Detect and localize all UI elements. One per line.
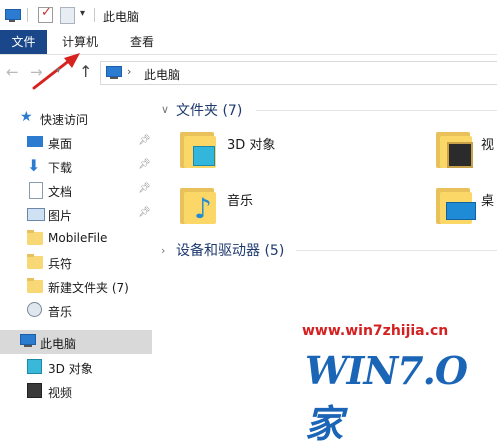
sidebar-item-label: 音乐 — [48, 305, 73, 319]
star-icon: ★ — [20, 109, 33, 125]
new-folder-icon[interactable] — [60, 7, 75, 24]
sidebar-item-videos[interactable]: 视频 — [0, 380, 152, 402]
folder-3d-objects[interactable] — [180, 128, 216, 168]
sidebar-item-label: 3D 对象 — [48, 362, 93, 376]
music-note-icon: ♪ — [194, 192, 212, 225]
desktop-icon — [446, 202, 476, 220]
video-icon — [27, 383, 42, 398]
title-bar: ✓ ▾ 此电脑 — [0, 0, 497, 30]
navigation-pane: ★ 快速访问 桌面 📌︎ ⬇ 下载 📌︎ 文档 📌︎ 图片 📌︎ MobileF… — [0, 100, 152, 405]
3d-objects-icon — [27, 359, 42, 374]
sidebar-item-label: 此电脑 — [40, 337, 77, 351]
back-arrow-icon[interactable]: ← — [6, 63, 19, 81]
address-bar[interactable]: › 此电脑 — [100, 61, 497, 85]
sidebar-item-label: MobileFile — [48, 231, 108, 245]
folder-label[interactable]: 3D 对象 — [227, 134, 275, 153]
sidebar-item-label: 新建文件夹 (7) — [48, 281, 129, 295]
expand-chevron-icon[interactable]: › — [161, 244, 165, 257]
computer-icon — [20, 334, 36, 349]
sidebar-item-music[interactable]: 音乐 — [0, 299, 152, 321]
divider — [94, 8, 95, 22]
watermark-logo-text: WIN7.O家 — [305, 348, 468, 446]
folder-desktop[interactable] — [436, 184, 476, 224]
music-icon — [27, 302, 42, 317]
sidebar-item-downloads[interactable]: ⬇ 下载 📌︎ — [0, 155, 152, 177]
collapse-chevron-icon[interactable]: ∨ — [161, 103, 169, 116]
sidebar-item-desktop[interactable]: 桌面 📌︎ — [0, 131, 152, 153]
folder-videos[interactable] — [436, 128, 473, 168]
folder-music[interactable]: ♪ — [180, 184, 216, 225]
sidebar-item-mobilefile[interactable]: MobileFile — [0, 227, 152, 249]
sidebar-item-label: 文档 — [48, 185, 73, 199]
divider — [27, 8, 28, 22]
pin-icon[interactable]: 📌︎ — [138, 135, 151, 146]
sidebar-item-documents[interactable]: 文档 📌︎ — [0, 179, 152, 201]
forward-arrow-icon[interactable]: → — [30, 63, 43, 81]
sidebar-item-label: 兵符 — [48, 257, 73, 271]
video-icon — [447, 142, 473, 168]
computer-icon — [106, 66, 122, 80]
sidebar-item-label: 视频 — [48, 386, 73, 400]
folder-label[interactable]: 音乐 — [227, 190, 253, 209]
breadcrumb[interactable]: 此电脑 — [144, 66, 180, 83]
picture-icon — [27, 208, 45, 221]
document-icon — [29, 182, 43, 199]
sidebar-item-label: 快速访问 — [40, 113, 89, 127]
sidebar-item-pictures[interactable]: 图片 📌︎ — [0, 203, 152, 225]
sidebar-item-label: 桌面 — [48, 137, 73, 151]
watermark-url: www.win7zhijia.cn — [302, 323, 449, 339]
watermark-logo: WIN7.O家 — [305, 344, 495, 446]
sidebar-item-3d-objects[interactable]: 3D 对象 — [0, 356, 152, 378]
sidebar-item-bingfu[interactable]: 兵符 — [0, 251, 152, 273]
recent-locations-chevron-icon[interactable]: ▾ — [56, 66, 61, 76]
pin-icon[interactable]: 📌︎ — [138, 183, 151, 194]
desktop-icon — [27, 136, 43, 147]
customize-toolbar-dropdown-icon[interactable]: ▾ — [80, 8, 85, 19]
devices-group-header[interactable]: 设备和驱动器 (5) — [176, 240, 284, 260]
pin-icon[interactable]: 📌︎ — [138, 159, 151, 170]
folder-label[interactable]: 视 — [481, 134, 494, 153]
sidebar-item-label: 图片 — [48, 209, 73, 223]
3d-objects-icon — [193, 146, 215, 166]
pin-icon[interactable]: 📌︎ — [138, 207, 151, 218]
folder-icon — [27, 254, 43, 269]
tab-view[interactable]: 查看 — [130, 30, 154, 54]
sidebar-item-label: 下载 — [48, 161, 73, 175]
up-arrow-icon[interactable]: ↑ — [79, 62, 92, 81]
properties-icon[interactable]: ✓ — [38, 5, 53, 23]
sidebar-item-new-folder-7[interactable]: 新建文件夹 (7) — [0, 275, 152, 297]
navigation-bar: ← → ▾ ↑ › 此电脑 — [0, 60, 497, 86]
sidebar-item-quick-access[interactable]: ★ 快速访问 — [0, 107, 152, 129]
download-icon: ⬇ — [27, 156, 41, 175]
folders-group-header[interactable]: 文件夹 (7) — [176, 100, 242, 120]
computer-icon — [4, 7, 21, 23]
breadcrumb-chevron-icon[interactable]: › — [127, 65, 131, 78]
folder-icon — [27, 278, 43, 293]
folder-icon — [27, 230, 43, 245]
divider — [256, 110, 497, 111]
divider — [296, 250, 497, 251]
window-title: 此电脑 — [103, 10, 140, 24]
sidebar-item-this-pc[interactable]: 此电脑 — [0, 330, 152, 354]
folder-label[interactable]: 桌 — [481, 190, 494, 209]
